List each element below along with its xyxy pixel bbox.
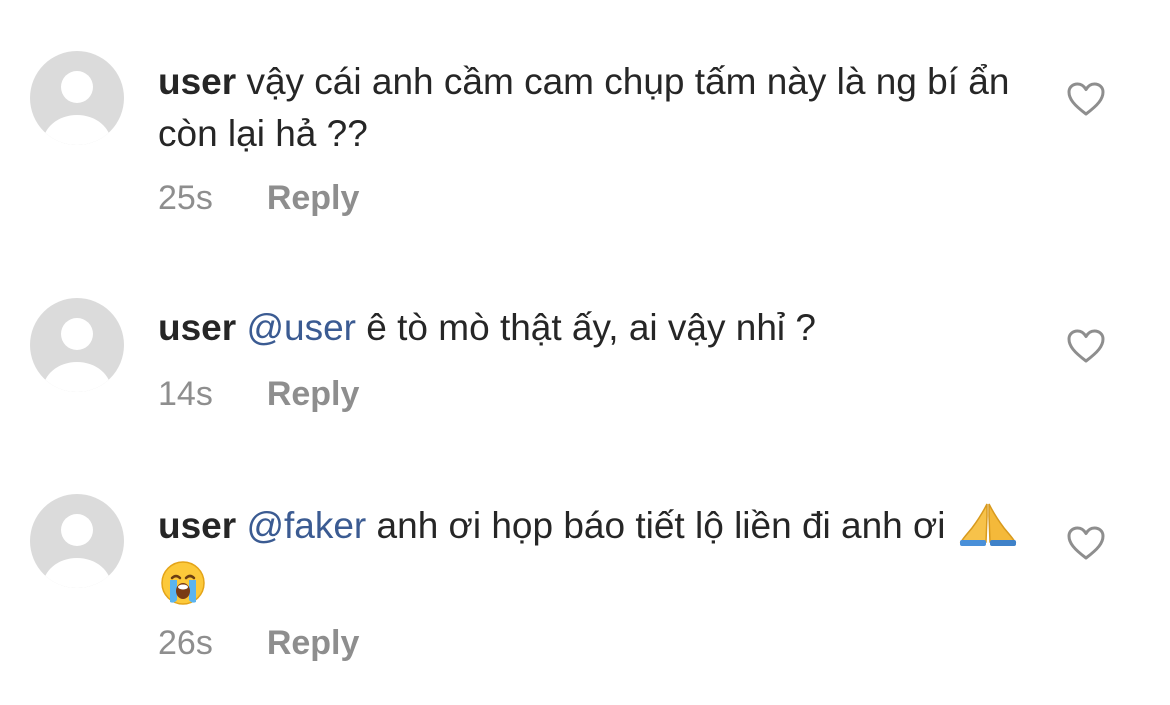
reply-button[interactable]: Reply — [267, 179, 360, 217]
heart-outline-icon — [1067, 526, 1105, 560]
avatar[interactable] — [30, 298, 124, 392]
folded-hands-emoji — [958, 498, 1018, 560]
reply-button[interactable]: Reply — [267, 624, 360, 662]
comment-meta: 25s Reply — [158, 178, 359, 218]
comment-mention[interactable]: @user — [246, 307, 356, 348]
loudly-crying-face-emoji — [160, 560, 206, 620]
avatar[interactable] — [30, 51, 124, 145]
heart-outline-icon — [1067, 329, 1105, 363]
heart-outline-icon — [1067, 82, 1105, 116]
avatar[interactable] — [30, 494, 124, 588]
like-button[interactable] — [1066, 81, 1106, 117]
comment-username[interactable]: user — [158, 307, 236, 348]
comment-body: user vậy cái anh cầm cam chụp tấm này là… — [158, 56, 1018, 160]
reply-button[interactable]: Reply — [267, 375, 360, 413]
comment-body: user @user ê tò mò thật ấy, ai vậy nhỉ ? — [158, 302, 1018, 354]
default-avatar-icon — [43, 514, 111, 588]
default-avatar-icon — [43, 71, 111, 145]
like-button[interactable] — [1066, 525, 1106, 561]
comment-username[interactable]: user — [158, 61, 236, 102]
comment-mention[interactable]: @faker — [246, 505, 366, 546]
comment-username[interactable]: user — [158, 505, 236, 546]
comment-text: ê tò mò thật ấy, ai vậy nhỉ ? — [366, 307, 816, 348]
comment-text: vậy cái anh cầm cam chụp tấm này là ng b… — [158, 61, 1010, 154]
comment-timestamp: 14s — [158, 375, 213, 413]
like-button[interactable] — [1066, 328, 1106, 364]
comment-body: user @faker anh ơi họp báo tiết lộ liền … — [158, 498, 1018, 620]
comment-text: anh ơi họp báo tiết lộ liền đi anh ơi — [376, 505, 946, 546]
comment-meta: 26s Reply — [158, 623, 359, 663]
default-avatar-icon — [43, 318, 111, 392]
comment-timestamp: 26s — [158, 624, 213, 662]
comment-meta: 14s Reply — [158, 374, 359, 414]
comment-timestamp: 25s — [158, 179, 213, 217]
